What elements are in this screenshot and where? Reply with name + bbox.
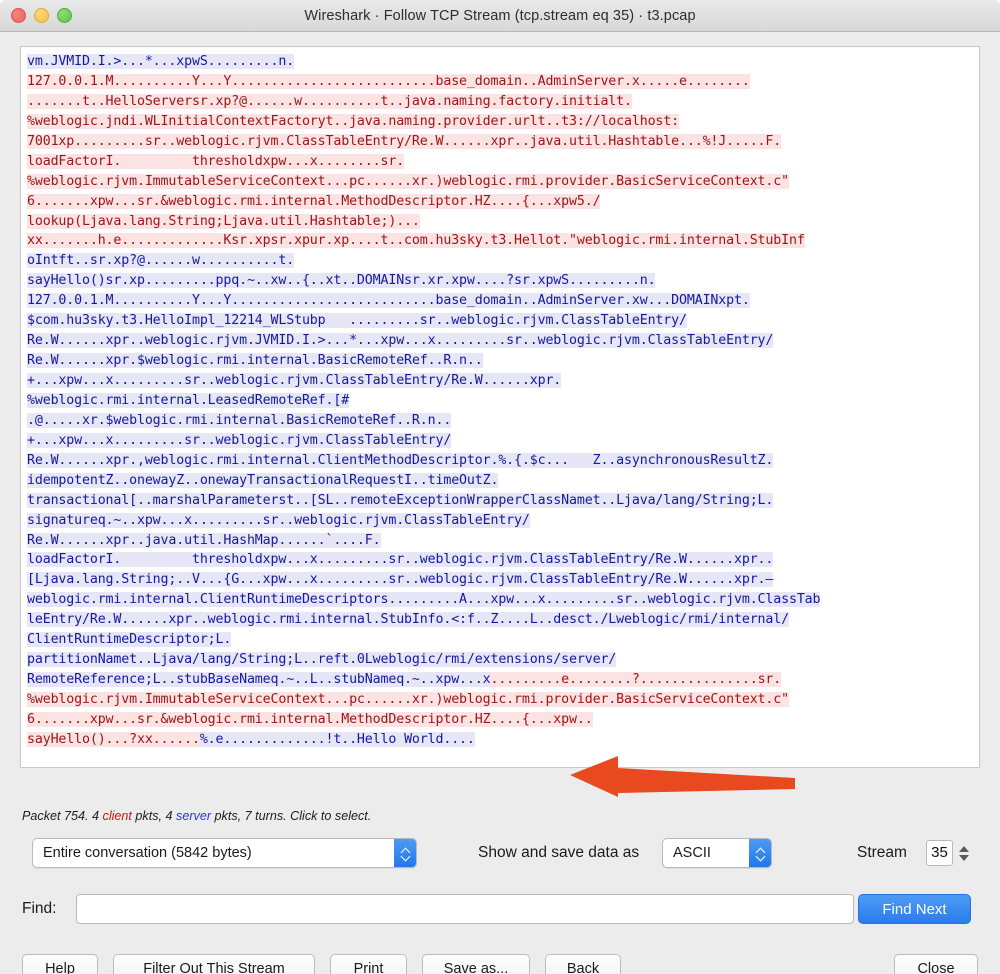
format-select-label: ASCII (663, 845, 749, 861)
stepper-down-icon[interactable] (959, 855, 969, 861)
stream-line: Re.W......xpr.,weblogic.rmi.internal.Cli… (27, 451, 973, 471)
stream-line: Re.W......xpr..java.util.HashMap......`.… (27, 531, 973, 551)
stream-line: [Ljava.lang.String;..V...{G...xpw...x...… (27, 570, 973, 590)
show-save-data-as-label: Show and save data as (478, 844, 639, 862)
packet-info-middle: pkts, 4 (132, 809, 176, 823)
conversation-select-stepper-icon[interactable] (394, 839, 416, 867)
stream-text[interactable]: vm.JVMID.I.>...*...xpwS.........n.127.0.… (21, 47, 979, 754)
stepper-up-icon[interactable] (959, 846, 969, 852)
find-label: Find: (22, 900, 56, 918)
stream-line: %weblogic.rmi.internal.LeasedRemoteRef.[… (27, 391, 973, 411)
stream-line: vm.JVMID.I.>...*...xpwS.........n. (27, 52, 973, 72)
close-button[interactable]: Close (894, 954, 978, 974)
stream-line: %weblogic.rjvm.ImmutableServiceContext..… (27, 172, 973, 192)
stream-number-input[interactable]: 35 (926, 840, 953, 866)
stream-line: partitionNamet..Ljava/lang/String;L..ref… (27, 650, 973, 670)
stream-line: loadFactorI. thresholdxpw...x.........sr… (27, 550, 973, 570)
stream-line: sayHello()sr.xp.........ppq.~..xw..{..xt… (27, 271, 973, 291)
follow-tcp-stream-window: Wireshark · Follow TCP Stream (tcp.strea… (0, 0, 1000, 974)
stream-line: +...xpw...x.........sr..weblogic.rjvm.Cl… (27, 371, 973, 391)
stream-line: 6.......xpw...sr.&weblogic.rmi.internal.… (27, 710, 973, 730)
stream-line: $com.hu3sky.t3.HelloImpl_12214_WLStubp .… (27, 311, 973, 331)
stream-line: RemoteReference;L..stubBaseNameq.~..L..s… (27, 670, 973, 690)
stream-line: 6.......xpw...sr.&weblogic.rmi.internal.… (27, 192, 973, 212)
print-button[interactable]: Print (330, 954, 407, 974)
stream-line: %weblogic.jndi.WLInitialContextFactoryt.… (27, 112, 973, 132)
packet-info-suffix: pkts, 7 turns. Click to select. (211, 809, 371, 823)
stream-line: weblogic.rmi.internal.ClientRuntimeDescr… (27, 590, 973, 610)
conversation-select-label: Entire conversation (5842 bytes) (33, 845, 394, 861)
stream-line: Re.W......xpr.$weblogic.rmi.internal.Bas… (27, 351, 973, 371)
find-input[interactable] (76, 894, 854, 924)
stream-line: ClientRuntimeDescriptor;L. (27, 630, 973, 650)
find-next-button[interactable]: Find Next (858, 894, 971, 924)
stream-line: %weblogic.rjvm.ImmutableServiceContext..… (27, 690, 973, 710)
stream-content-pane[interactable]: vm.JVMID.I.>...*...xpwS.........n.127.0.… (20, 46, 980, 768)
packet-info-prefix: Packet 754. 4 (22, 809, 103, 823)
zoom-window-button[interactable] (57, 8, 72, 23)
stream-line: loadFactorI. thresholdxpw...x........sr. (27, 152, 973, 172)
format-select-stepper-icon[interactable] (749, 839, 771, 867)
stream-line: lookup(Ljava.lang.String;Ljava.util.Hash… (27, 212, 973, 232)
stream-line: sayHello()...?xx......%.e.............!t… (27, 730, 973, 750)
stream-line: 127.0.0.1.M..........Y...Y..............… (27, 72, 973, 92)
stream-line: .......t..HelloServersr.xp?@......w.....… (27, 92, 973, 112)
window-controls (11, 0, 72, 31)
packet-info-client-word: client (103, 809, 132, 823)
format-select[interactable]: ASCII (662, 838, 772, 868)
chevron-down-icon (401, 854, 410, 859)
stream-line: 127.0.0.1.M..........Y...Y..............… (27, 291, 973, 311)
back-button[interactable]: Back (545, 954, 621, 974)
minimize-window-button[interactable] (34, 8, 49, 23)
help-button[interactable]: Help (22, 954, 98, 974)
stream-line: +...xpw...x.........sr..weblogic.rjvm.Cl… (27, 431, 973, 451)
stream-line: signatureq.~..xpw...x.........sr..weblog… (27, 511, 973, 531)
dialog-body: vm.JVMID.I.>...*...xpwS.........n.127.0.… (0, 32, 1000, 974)
title-bar: Wireshark · Follow TCP Stream (tcp.strea… (0, 0, 1000, 32)
close-window-button[interactable] (11, 8, 26, 23)
stream-number-stepper[interactable] (957, 840, 971, 866)
filter-out-this-stream-button[interactable]: Filter Out This Stream (113, 954, 315, 974)
stream-line: leEntry/Re.W......xpr..weblogic.rmi.inte… (27, 610, 973, 630)
find-row: Find: Find Next (0, 894, 1000, 926)
stream-number-label: Stream (857, 844, 907, 862)
stream-line: oIntft..sr.xp?@......w..........t. (27, 251, 973, 271)
packet-info-server-word: server (176, 809, 211, 823)
stream-line: .@.....xr.$weblogic.rmi.internal.BasicRe… (27, 411, 973, 431)
stream-line: transactional[..marshalParameterst..[SL.… (27, 491, 973, 511)
chevron-down-icon (756, 854, 765, 859)
window-title: Wireshark · Follow TCP Stream (tcp.strea… (0, 8, 1000, 24)
stream-line: idempotentZ..onewayZ..onewayTransactiona… (27, 471, 973, 491)
stream-line: 7001xp.........sr..weblogic.rjvm.ClassTa… (27, 132, 973, 152)
conversation-select[interactable]: Entire conversation (5842 bytes) (32, 838, 417, 868)
dialog-button-row: Help Filter Out This Stream Print Save a… (0, 954, 1000, 974)
stream-controls-row: Entire conversation (5842 bytes) Show an… (0, 838, 1000, 870)
stream-line: Re.W......xpr..weblogic.rjvm.JVMID.I.>..… (27, 331, 973, 351)
packet-info[interactable]: Packet 754. 4 client pkts, 4 server pkts… (22, 809, 371, 823)
save-as-button[interactable]: Save as... (422, 954, 530, 974)
stream-line: xx.......h.e.............Ksr.xpsr.xpur.x… (27, 231, 973, 251)
